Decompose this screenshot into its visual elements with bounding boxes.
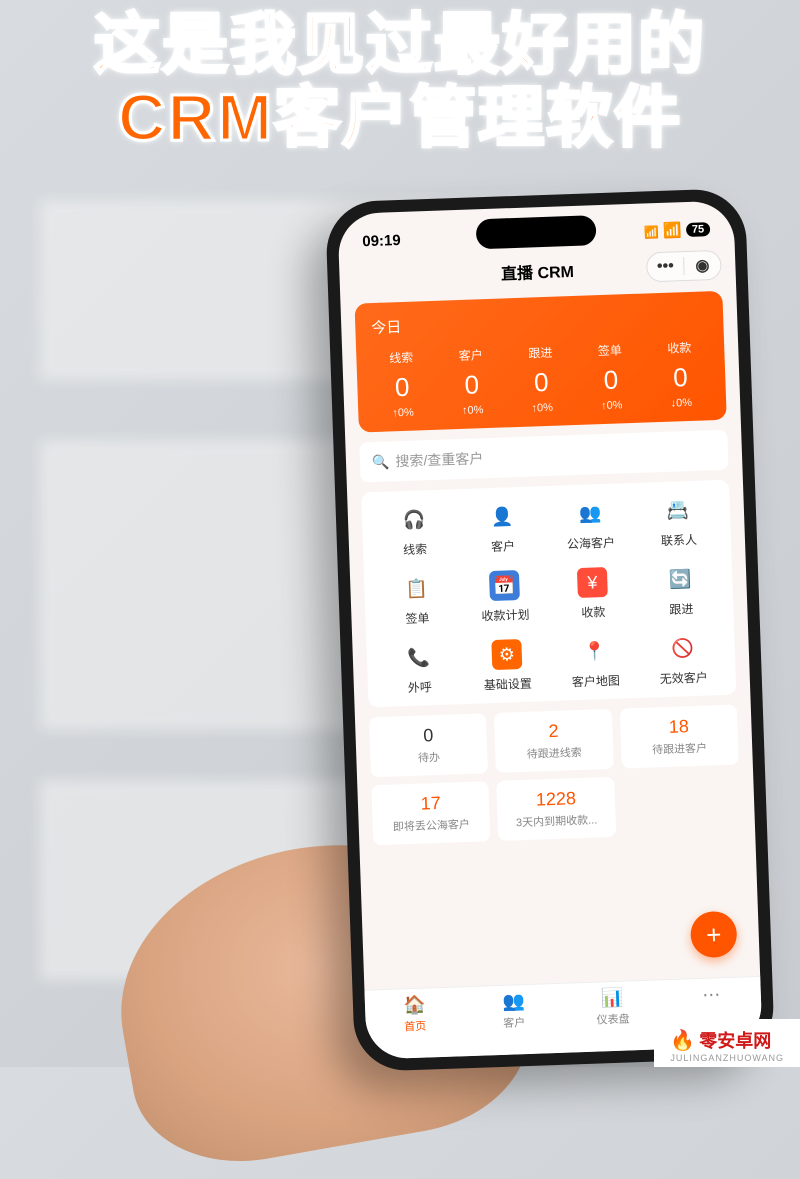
close-target-icon[interactable]: ◉ [684, 255, 721, 276]
search-placeholder: 搜索/查重客户 [395, 448, 484, 471]
plus-icon: + [706, 919, 722, 951]
more-icon[interactable]: ••• [647, 257, 684, 276]
status-time: 09:19 [362, 231, 401, 249]
task-tiles: 0待办 2待跟进线索 18待跟进客户 17即将丢公海客户 12283天内到期收款… [369, 705, 741, 846]
nav-dashboard[interactable]: 📊 仪表盘 [563, 986, 664, 1052]
nav-customers[interactable]: 👥 客户 [464, 990, 565, 1056]
feature-settings[interactable]: ⚙基础设置 [462, 638, 552, 694]
nav-home[interactable]: 🏠 首页 [365, 993, 466, 1059]
feature-followup[interactable]: 🔄跟进 [636, 563, 726, 619]
search-bar[interactable]: 🔍 搜索/查重客户 [359, 430, 728, 483]
yen-icon: ¥ [577, 567, 608, 598]
orders-icon: 📋 [401, 573, 432, 604]
feature-invalid[interactable]: 🚫无效客户 [638, 632, 728, 688]
pool-icon: 👥 [574, 498, 605, 529]
signal-icon [644, 222, 660, 240]
pin-icon: 📍 [579, 636, 610, 667]
headline-line1: 这是我见过最好用的 [0, 8, 800, 81]
feature-contacts[interactable]: 📇联系人 [633, 494, 723, 550]
stats-row: 线索 0 ↑0% 客户 0 ↑0% 跟进 0 ↑0% 签单 0 ↑0% [366, 338, 716, 420]
more-nav-icon: ⋯ [702, 984, 721, 1006]
promo-headline: 这是我见过最好用的 CRM客户管理软件 [0, 8, 800, 153]
notch [476, 215, 597, 249]
app-title: 直播 CRM [501, 258, 575, 285]
watermark-name: 零安卓网 [699, 1027, 771, 1053]
stat-payments[interactable]: 收款 0 ↓0% [644, 338, 716, 410]
tile-pending-customers[interactable]: 18待跟进客户 [619, 705, 738, 769]
tile-due-payments[interactable]: 12283天内到期收款... [497, 777, 616, 841]
add-fab[interactable]: + [690, 911, 738, 959]
stat-orders[interactable]: 签单 0 ↑0% [575, 341, 647, 413]
feature-customers[interactable]: 👤客户 [458, 500, 548, 556]
tile-todo[interactable]: 0待办 [369, 713, 488, 777]
tile-losing-pool[interactable]: 17即将丢公海客户 [371, 781, 490, 845]
feature-leads[interactable]: 🎧线索 [370, 503, 460, 559]
feature-public-pool[interactable]: 👥公海客户 [545, 497, 635, 553]
customers-nav-icon: 👥 [502, 991, 525, 1013]
invalid-icon: 🚫 [667, 633, 698, 664]
feature-payment-plan[interactable]: 📅收款计划 [460, 569, 550, 625]
home-icon: 🏠 [403, 995, 426, 1017]
customer-icon: 👤 [486, 501, 517, 532]
feature-payment[interactable]: ¥收款 [548, 566, 638, 622]
feature-outbound[interactable]: 📞外呼 [374, 641, 464, 697]
today-dashboard: 今日 线索 0 ↑0% 客户 0 ↑0% 跟进 0 ↑0% [354, 291, 726, 433]
wifi-icon: 📶 [663, 221, 682, 240]
gear-icon: ⚙ [491, 639, 522, 670]
tile-pending-leads[interactable]: 2待跟进线索 [494, 709, 613, 773]
watermark-url: JULINGANZHUOWANG [670, 1053, 784, 1063]
search-icon: 🔍 [372, 453, 390, 471]
dashboard-icon: 📊 [601, 988, 624, 1010]
stat-customers[interactable]: 客户 0 ↑0% [436, 345, 508, 417]
phone-frame: 09:19 📶 75 直播 CRM ••• ◉ 今日 线索 0 [325, 188, 775, 1072]
stat-followups[interactable]: 跟进 0 ↑0% [505, 343, 577, 415]
call-icon: 📞 [403, 642, 434, 673]
period-label[interactable]: 今日 [365, 305, 714, 338]
feature-grid: 🎧线索 👤客户 👥公海客户 📇联系人 📋签单 📅收款计划 ¥收款 🔄跟进 📞外呼… [361, 480, 736, 708]
feature-map[interactable]: 📍客户地图 [550, 635, 640, 691]
contacts-icon: 📇 [662, 495, 693, 526]
flame-icon: 🔥 [670, 1028, 695, 1053]
battery-indicator: 75 [686, 222, 711, 237]
calendar-icon: 📅 [489, 570, 520, 601]
site-watermark: 🔥 零安卓网 JULINGANZHUOWANG [654, 1019, 800, 1067]
status-right: 📶 75 [644, 220, 710, 240]
followup-icon: 🔄 [665, 564, 696, 595]
stat-leads[interactable]: 线索 0 ↑0% [366, 348, 438, 420]
headline-line2: CRM客户管理软件 [0, 81, 800, 154]
feature-orders[interactable]: 📋签单 [372, 572, 462, 628]
leads-icon: 🎧 [399, 504, 430, 535]
phone-screen: 09:19 📶 75 直播 CRM ••• ◉ 今日 线索 0 [337, 200, 762, 1059]
miniprogram-capsule[interactable]: ••• ◉ [646, 250, 722, 283]
